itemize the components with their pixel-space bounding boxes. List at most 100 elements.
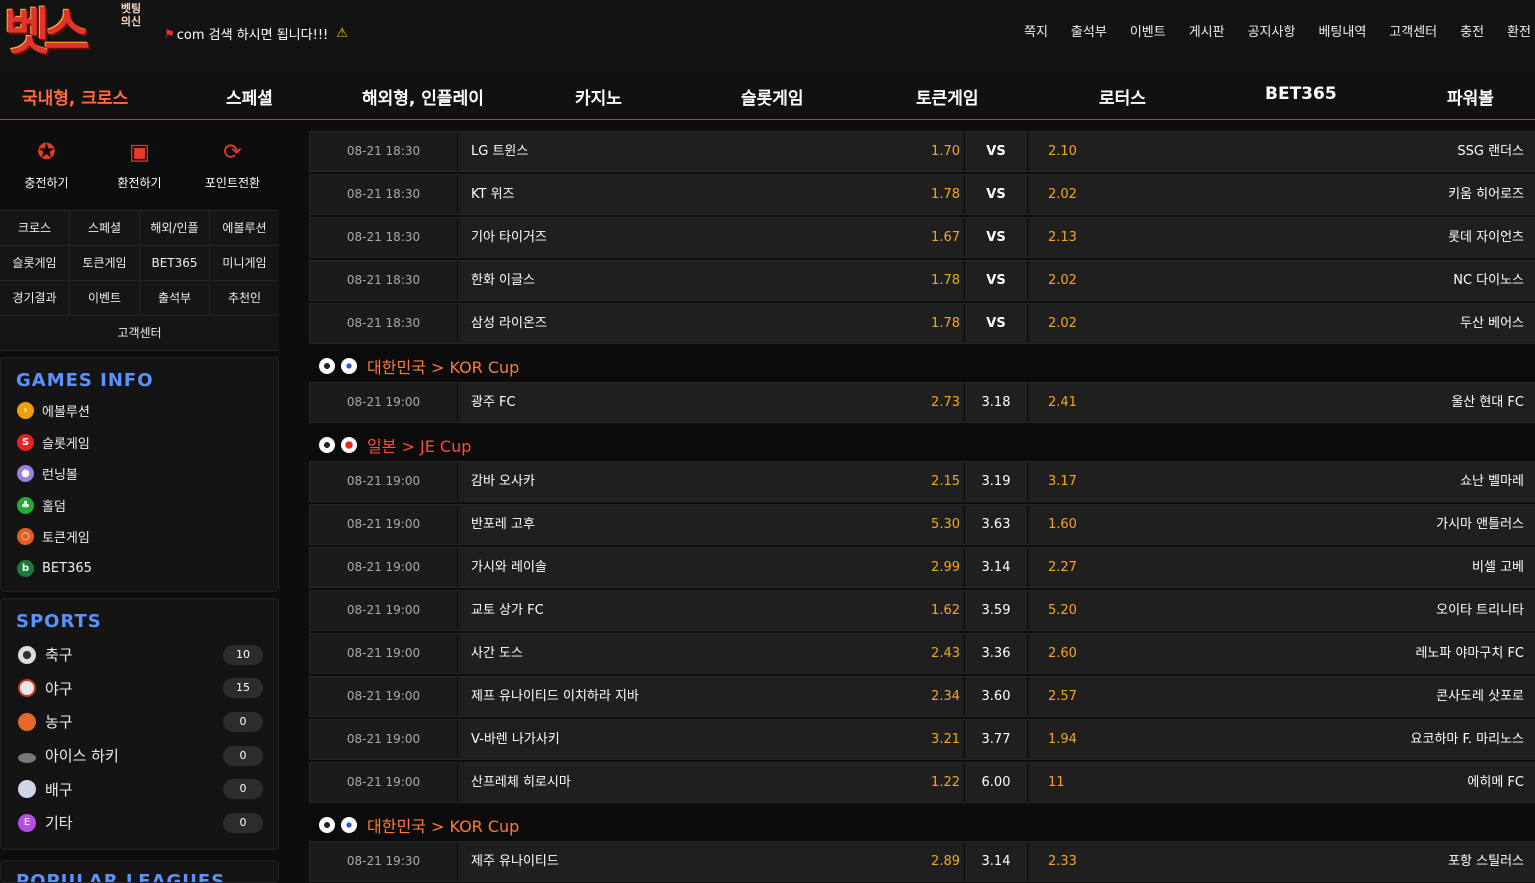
draw-bet[interactable]: 3.14 — [964, 548, 1028, 587]
draw-bet[interactable]: VS — [964, 304, 1028, 343]
draw-bet[interactable]: VS — [964, 261, 1028, 300]
deposit-button[interactable]: ✪ 충전하기 — [0, 121, 93, 209]
topnav-messages[interactable]: 쪽지 — [1024, 21, 1048, 40]
away-team-bet[interactable]: 포항 스틸러스 — [1030, 842, 1535, 881]
home-team-bet[interactable]: 교토 상가 FC — [460, 591, 962, 630]
games-info-item-slot[interactable]: S 슬롯게임 — [1, 427, 278, 459]
home-team-bet[interactable]: 한화 이글스 — [460, 261, 962, 300]
away-team-bet[interactable]: 요코하마 F. 마리노스 — [1030, 720, 1535, 759]
games-info-item-evolution[interactable]: › 에볼루션 — [1, 395, 278, 427]
games-info-item-bet365[interactable]: b BET365 — [1, 553, 278, 585]
away-team-bet[interactable]: 두산 베어스 — [1030, 304, 1535, 343]
sport-item-volleyball[interactable]: 배구 0 — [1, 772, 278, 806]
away-team-bet[interactable]: 쇼난 벨마레 — [1030, 462, 1535, 501]
menu-token[interactable]: 토큰게임 — [70, 246, 140, 280]
site-logo[interactable]: 벳스 벳팅의신 — [4, 0, 142, 66]
menu-slot[interactable]: 슬롯게임 — [0, 246, 70, 280]
sport-label: 아이스 하키 — [45, 747, 119, 766]
draw-bet[interactable]: 3.19 — [964, 462, 1028, 501]
home-team-bet[interactable]: 산프레체 히로시마 — [460, 763, 962, 802]
away-team-bet[interactable]: SSG 랜더스 — [1030, 132, 1535, 171]
draw-bet[interactable]: VS — [964, 132, 1028, 171]
game-time: 08-21 19:30 — [310, 842, 458, 881]
away-team-bet[interactable]: 롯데 자이언츠 — [1030, 218, 1535, 257]
away-team-bet[interactable]: NC 다이노스 — [1030, 261, 1535, 300]
menu-events[interactable]: 이벤트 — [70, 281, 140, 315]
topnav-board[interactable]: 게시판 — [1189, 21, 1225, 40]
sport-item-other[interactable]: E 기타 0 — [1, 806, 278, 840]
home-team-bet[interactable]: 제주 유나이티드 — [460, 842, 962, 881]
menu-evolution[interactable]: 에볼루션 — [210, 211, 279, 245]
away-team-bet[interactable]: 가시마 앤틀러스 — [1030, 505, 1535, 544]
home-team-bet[interactable]: 가시와 레이솔 — [460, 548, 962, 587]
league-header[interactable]: 대한민국 > KOR Cup — [309, 348, 1535, 384]
menu-special[interactable]: 스페셜 — [70, 211, 140, 245]
home-team-bet[interactable]: V-바렌 나가사키 — [460, 720, 962, 759]
mainnav-casino[interactable]: 카지노 — [575, 84, 622, 109]
topnav-support[interactable]: 고객센터 — [1389, 21, 1437, 40]
away-team-bet[interactable]: 비셀 고베 — [1030, 548, 1535, 587]
menu-referral[interactable]: 추천인 — [210, 281, 279, 315]
home-team-bet[interactable]: 감바 오사카 — [460, 462, 962, 501]
topnav-events[interactable]: 이벤트 — [1130, 21, 1166, 40]
mainnav-domestic-cross[interactable]: 국내형, 크로스 — [22, 84, 128, 109]
menu-minigame[interactable]: 미니게임 — [210, 246, 279, 280]
topnav-attendance[interactable]: 출석부 — [1071, 21, 1107, 40]
league-header[interactable]: 일본 > JE Cup — [309, 427, 1535, 463]
menu-overseas[interactable]: 해외/인플 — [140, 211, 210, 245]
menu-attendance[interactable]: 출석부 — [140, 281, 210, 315]
home-team-bet[interactable]: LG 트윈스 — [460, 132, 962, 171]
game-row: 08-21 18:30 KT 위즈 1.78 VS 키움 히어로즈 2.02 — [309, 174, 1535, 215]
home-team-bet[interactable]: 기아 타이거즈 — [460, 218, 962, 257]
home-team-bet[interactable]: 광주 FC — [460, 383, 962, 422]
home-team-bet[interactable]: KT 위즈 — [460, 175, 962, 214]
away-team-bet[interactable]: 레노파 야마구치 FC — [1030, 634, 1535, 673]
topnav-notices[interactable]: 공지사항 — [1248, 21, 1296, 40]
home-team-bet[interactable]: 반포레 고후 — [460, 505, 962, 544]
draw-bet[interactable]: 3.18 — [964, 383, 1028, 422]
away-team-bet[interactable]: 콘사도레 삿포로 — [1030, 677, 1535, 716]
draw-bet[interactable]: VS — [964, 218, 1028, 257]
draw-bet[interactable]: 3.63 — [964, 505, 1028, 544]
mainnav-token[interactable]: 토큰게임 — [916, 84, 979, 109]
game-time: 08-21 19:00 — [310, 591, 458, 630]
games-info-item-runningball[interactable]: ● 런닝볼 — [1, 458, 278, 490]
draw-bet[interactable]: 6.00 — [964, 763, 1028, 802]
mainnav-slot[interactable]: 슬롯게임 — [741, 84, 804, 109]
sport-item-baseball[interactable]: 야구 15 — [1, 672, 278, 706]
mainnav-powerball[interactable]: 파워볼 — [1447, 84, 1494, 109]
draw-bet[interactable]: 3.59 — [964, 591, 1028, 630]
draw-bet[interactable]: 3.77 — [964, 720, 1028, 759]
away-team-bet[interactable]: 에히메 FC — [1030, 763, 1535, 802]
home-team-bet[interactable]: 제프 유나이티드 이치하라 지바 — [460, 677, 962, 716]
games-info-label: 에볼루션 — [42, 405, 90, 421]
draw-bet[interactable]: VS — [964, 175, 1028, 214]
away-team-bet[interactable]: 오이타 트리니타 — [1030, 591, 1535, 630]
games-info-item-token[interactable]: ○ 토큰게임 — [1, 521, 278, 553]
menu-results[interactable]: 경기결과 — [0, 281, 70, 315]
sport-item-soccer[interactable]: 축구 10 — [1, 638, 278, 672]
sport-item-basketball[interactable]: 농구 0 — [1, 705, 278, 739]
draw-bet[interactable]: 3.36 — [964, 634, 1028, 673]
menu-bet365[interactable]: BET365 — [140, 246, 210, 280]
sport-item-icehockey[interactable]: 아이스 하키 0 — [1, 739, 278, 773]
mainnav-lotus[interactable]: 로터스 — [1099, 84, 1146, 109]
draw-bet[interactable]: 3.14 — [964, 842, 1028, 881]
topnav-bet-history[interactable]: 베팅내역 — [1318, 21, 1366, 40]
topnav-deposit[interactable]: 충전 — [1460, 21, 1484, 40]
mainnav-bet365[interactable]: BET365 — [1265, 84, 1337, 104]
mainnav-special[interactable]: 스페셜 — [226, 84, 273, 109]
mainnav-overseas-inplay[interactable]: 해외형, 인플레이 — [362, 84, 484, 109]
draw-bet[interactable]: 3.60 — [964, 677, 1028, 716]
away-team-bet[interactable]: 울산 현대 FC — [1030, 383, 1535, 422]
withdraw-button[interactable]: ▣ 환전하기 — [93, 121, 186, 209]
home-team-bet[interactable]: 사간 도스 — [460, 634, 962, 673]
menu-cross[interactable]: 크로스 — [0, 211, 70, 245]
topnav-withdraw[interactable]: 환전 — [1507, 21, 1531, 40]
point-convert-button[interactable]: ⟳ 포인트전환 — [186, 121, 279, 209]
away-team-bet[interactable]: 키움 히어로즈 — [1030, 175, 1535, 214]
menu-support[interactable]: 고객센터 — [0, 316, 279, 350]
league-header[interactable]: 대한민국 > KOR Cup — [309, 807, 1535, 843]
games-info-item-holdem[interactable]: ♣ 홀덤 — [1, 490, 278, 522]
home-team-bet[interactable]: 삼성 라이온즈 — [460, 304, 962, 343]
